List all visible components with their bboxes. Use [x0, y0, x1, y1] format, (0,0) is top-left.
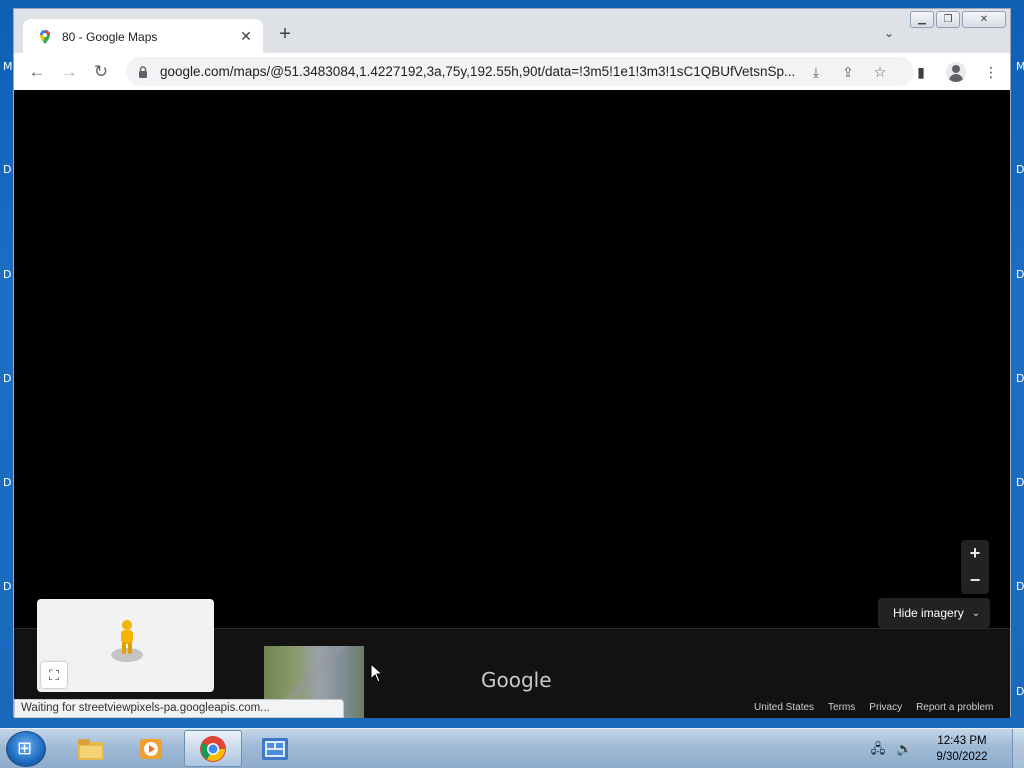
footer-link-terms[interactable]: Terms — [828, 702, 855, 713]
control-panel-icon[interactable] — [246, 730, 304, 767]
desktop-icon-label: D — [3, 372, 12, 385]
minimize-button[interactable]: ▁ — [910, 11, 934, 28]
pegman-icon[interactable] — [109, 617, 145, 663]
double-chevron-icon: ⌄ — [971, 607, 981, 619]
desktop-icon-label: D — [3, 476, 12, 489]
profile-avatar-icon[interactable] — [946, 62, 966, 82]
desktop-icon-label: D — [1016, 372, 1024, 385]
mouse-cursor-icon — [370, 663, 384, 683]
show-desktop-button[interactable] — [1012, 729, 1024, 768]
url-text[interactable]: google.com/maps/@51.3483084,1.4227192,3a… — [160, 64, 800, 79]
restore-button[interactable]: ❐ — [936, 11, 960, 28]
system-tray: 🖧 🔊 12:43 PM 9/30/2022 — [870, 729, 1024, 768]
footer-links: United States Terms Privacy Report a pro… — [754, 702, 993, 713]
hide-imagery-label: Hide imagery — [893, 606, 964, 620]
zoom-control: + − — [961, 540, 989, 594]
zoom-out-button[interactable]: − — [961, 567, 989, 594]
forward-arrow-icon[interactable]: → — [58, 61, 80, 83]
back-arrow-icon[interactable]: ← — [26, 61, 48, 83]
hide-imagery-button[interactable]: Hide imagery ⌄ — [878, 598, 990, 628]
bookmark-star-icon[interactable]: ☆ — [872, 64, 888, 80]
lock-icon[interactable] — [136, 65, 150, 79]
footer-link-privacy[interactable]: Privacy — [869, 702, 902, 713]
street-view-card[interactable]: ⛶ — [37, 599, 214, 692]
plus-icon[interactable]: + — [274, 23, 296, 45]
desktop-icon-label: D — [1016, 163, 1024, 176]
desktop-icon-label: D — [1016, 476, 1024, 489]
start-button[interactable] — [6, 731, 46, 767]
volume-icon[interactable]: 🔊 — [896, 741, 912, 757]
file-explorer-icon[interactable] — [62, 730, 120, 767]
reload-icon[interactable]: ↻ — [90, 61, 112, 83]
tab-title: 80 - Google Maps — [62, 29, 158, 44]
google-logo: Google — [481, 668, 552, 692]
desktop-icon-label: D — [1016, 268, 1024, 281]
desktop-icon-label: D — [1016, 685, 1024, 698]
clock[interactable]: 12:43 PM 9/30/2022 — [922, 733, 1002, 765]
chrome-taskbar-icon[interactable] — [184, 730, 242, 767]
network-icon[interactable]: 🖧 — [870, 741, 886, 757]
share-icon[interactable]: ⇪ — [840, 64, 856, 80]
clock-time: 12:43 PM — [937, 735, 987, 747]
footer-link-report[interactable]: Report a problem — [916, 702, 993, 713]
desktop-icon-label: D — [3, 580, 12, 593]
more-menu-icon[interactable]: ⋮ — [982, 63, 1000, 81]
media-player-icon[interactable] — [122, 730, 180, 767]
install-icon[interactable]: ⤓ — [808, 64, 824, 80]
window-controls: ▁ ❐ ✕ — [910, 11, 1006, 28]
clock-date: 9/30/2022 — [936, 751, 988, 763]
browser-tab[interactable]: 80 - Google Maps ✕ — [23, 19, 263, 54]
taskbar: 🖧 🔊 12:43 PM 9/30/2022 — [0, 728, 1024, 768]
maps-pin-icon — [40, 29, 50, 44]
fullscreen-icon[interactable]: ⛶ — [41, 662, 67, 688]
zoom-in-button[interactable]: + — [961, 540, 989, 567]
close-window-button[interactable]: ✕ — [962, 11, 1006, 28]
desktop-icon-label: M — [3, 60, 13, 73]
desktop-icon-label: D — [1016, 580, 1024, 593]
desktop-icon-label: M — [1016, 60, 1024, 73]
browser-window: 80 - Google Maps ✕ + ⌄ ▁ ❐ ✕ ← → ↻ googl… — [13, 8, 1011, 718]
footer-link-country[interactable]: United States — [754, 702, 814, 713]
desktop-icon-label: D — [3, 163, 12, 176]
address-bar[interactable]: google.com/maps/@51.3483084,1.4227192,3a… — [126, 57, 914, 86]
desktop-icon-label: D — [3, 268, 12, 281]
browser-toolbar: ← → ↻ google.com/maps/@51.3483084,1.4227… — [14, 53, 1010, 90]
side-panel-icon[interactable]: ▮ — [912, 63, 930, 81]
status-bubble: Waiting for streetviewpixels-pa.googleap… — [14, 699, 344, 718]
title-bar[interactable]: 80 - Google Maps ✕ + ⌄ ▁ ❐ ✕ — [14, 9, 1010, 54]
chevron-down-icon[interactable]: ⌄ — [884, 26, 894, 40]
maps-street-view[interactable]: + − Hide imagery ⌄ Google United States … — [14, 90, 1010, 718]
close-icon[interactable]: ✕ — [235, 28, 257, 45]
